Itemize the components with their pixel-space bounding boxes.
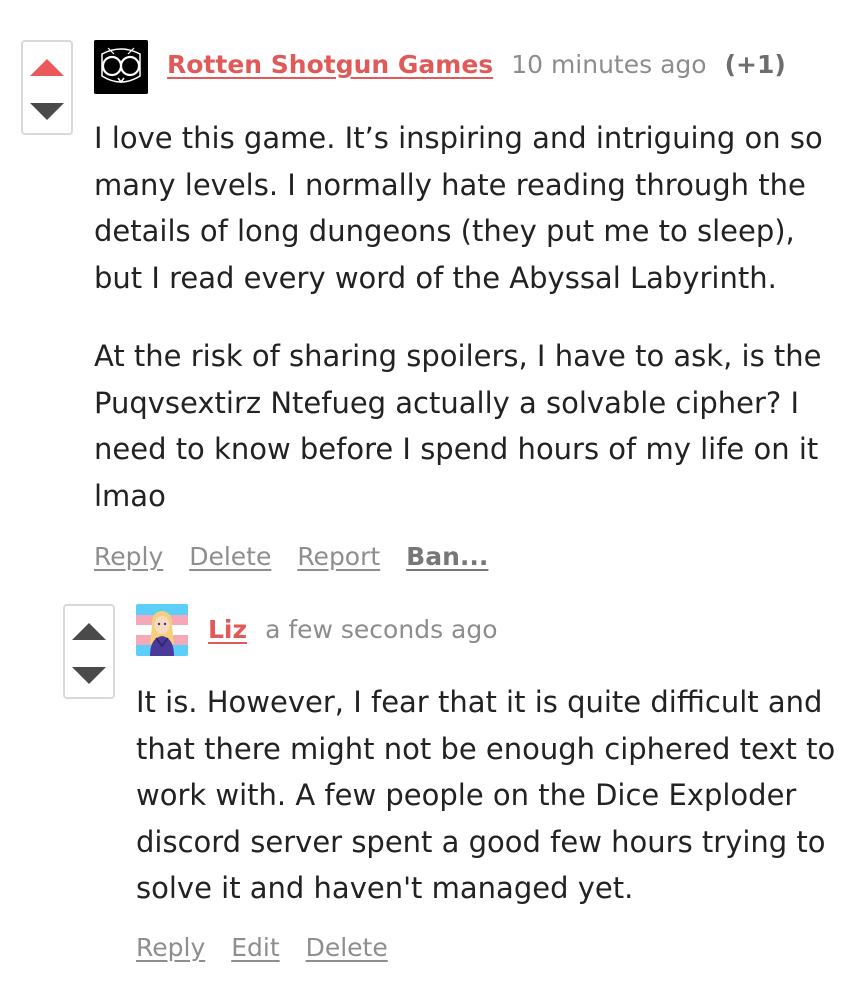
reply-link[interactable]: Reply: [136, 933, 205, 962]
reply-link[interactable]: Reply: [94, 542, 163, 571]
delete-link[interactable]: Delete: [189, 542, 271, 571]
author-link[interactable]: Rotten Shotgun Games: [167, 50, 493, 79]
comment-actions: Reply Delete Report Ban...: [94, 542, 506, 571]
timestamp: a few seconds ago: [265, 615, 498, 644]
vote-box: [21, 40, 73, 135]
upvote-arrow-icon[interactable]: [72, 623, 106, 640]
delete-link[interactable]: Delete: [306, 933, 388, 962]
comment-actions: Reply Edit Delete: [136, 933, 406, 962]
comment-paragraph: At the risk of sharing spoilers, I have …: [94, 339, 822, 513]
comment-paragraph: I love this game. It’s inspiring and int…: [94, 121, 823, 295]
vote-box: [63, 604, 115, 699]
downvote-arrow-icon[interactable]: [30, 103, 64, 120]
downvote-arrow-icon[interactable]: [72, 667, 106, 684]
comment-body: I love this game. It’s inspiring and int…: [94, 115, 839, 519]
trans-flag-avatar-icon[interactable]: [136, 604, 188, 656]
upvote-arrow-icon[interactable]: [30, 59, 64, 76]
report-link[interactable]: Report: [297, 542, 380, 571]
edit-link[interactable]: Edit: [231, 933, 279, 962]
ban-link[interactable]: Ban...: [406, 542, 488, 571]
comment-body: It is. However, I fear that it is quite …: [136, 679, 841, 912]
comment-header: Rotten Shotgun Games 10 minutes ago (+1): [167, 50, 786, 79]
skull-avatar-icon[interactable]: [94, 40, 148, 94]
comment-paragraph: It is. However, I fear that it is quite …: [136, 685, 836, 905]
score-badge: (+1): [724, 50, 786, 79]
comment-header: Liz a few seconds ago: [208, 615, 498, 644]
author-link[interactable]: Liz: [208, 615, 247, 644]
timestamp: 10 minutes ago: [511, 50, 707, 79]
